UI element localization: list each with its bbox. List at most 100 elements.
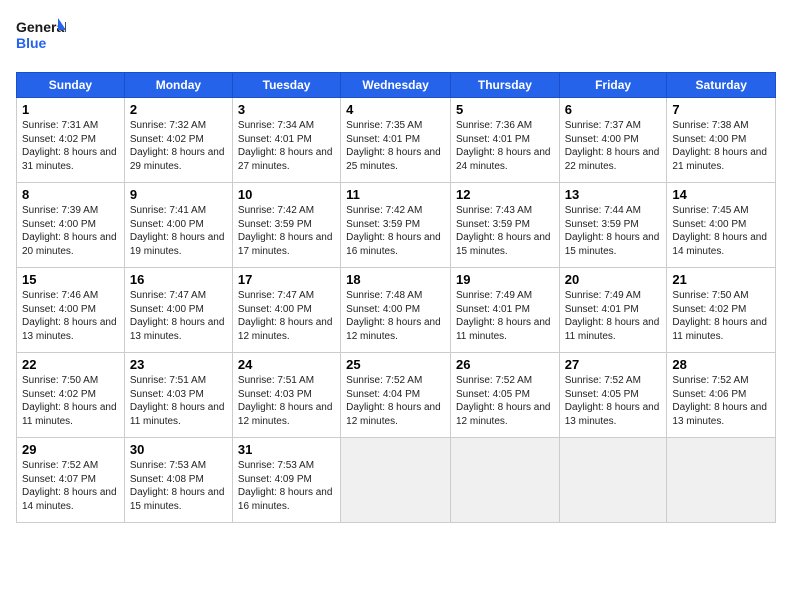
sunset-label: Sunset: 4:05 PM xyxy=(565,389,639,400)
sunset-label: Sunset: 3:59 PM xyxy=(456,219,530,230)
calendar-week-row: 15 Sunrise: 7:46 AM Sunset: 4:00 PM Dayl… xyxy=(17,268,776,353)
sunset-label: Sunset: 4:00 PM xyxy=(238,304,312,315)
sunset-label: Sunset: 4:08 PM xyxy=(130,474,204,485)
sunrise-label: Sunrise: 7:49 AM xyxy=(565,290,641,301)
day-number: 24 xyxy=(238,357,335,372)
sunset-label: Sunset: 4:00 PM xyxy=(565,134,639,145)
daylight-label: Daylight: 8 hours and 19 minutes. xyxy=(130,232,225,257)
day-number: 9 xyxy=(130,187,227,202)
calendar-cell: 3 Sunrise: 7:34 AM Sunset: 4:01 PM Dayli… xyxy=(232,98,340,183)
sunset-label: Sunset: 4:00 PM xyxy=(130,304,204,315)
sunrise-label: Sunrise: 7:44 AM xyxy=(565,205,641,216)
sunrise-label: Sunrise: 7:50 AM xyxy=(22,375,98,386)
day-number: 11 xyxy=(346,187,445,202)
day-number: 25 xyxy=(346,357,445,372)
day-number: 23 xyxy=(130,357,227,372)
sunset-label: Sunset: 4:01 PM xyxy=(565,304,639,315)
day-info: Sunrise: 7:32 AM Sunset: 4:02 PM Dayligh… xyxy=(130,119,227,173)
day-number: 16 xyxy=(130,272,227,287)
sunrise-label: Sunrise: 7:52 AM xyxy=(672,375,748,386)
sunrise-label: Sunrise: 7:39 AM xyxy=(22,205,98,216)
col-header-wednesday: Wednesday xyxy=(341,73,451,98)
day-number: 28 xyxy=(672,357,770,372)
daylight-label: Daylight: 8 hours and 11 minutes. xyxy=(565,317,660,342)
calendar-cell: 8 Sunrise: 7:39 AM Sunset: 4:00 PM Dayli… xyxy=(17,183,125,268)
day-info: Sunrise: 7:51 AM Sunset: 4:03 PM Dayligh… xyxy=(238,374,335,428)
daylight-label: Daylight: 8 hours and 29 minutes. xyxy=(130,147,225,172)
calendar-cell: 13 Sunrise: 7:44 AM Sunset: 3:59 PM Dayl… xyxy=(559,183,667,268)
svg-text:Blue: Blue xyxy=(16,35,47,51)
calendar-cell: 20 Sunrise: 7:49 AM Sunset: 4:01 PM Dayl… xyxy=(559,268,667,353)
sunset-label: Sunset: 4:00 PM xyxy=(130,219,204,230)
day-number: 29 xyxy=(22,442,119,457)
page-header: General Blue xyxy=(16,16,776,60)
day-info: Sunrise: 7:49 AM Sunset: 4:01 PM Dayligh… xyxy=(565,289,662,343)
calendar-cell: 5 Sunrise: 7:36 AM Sunset: 4:01 PM Dayli… xyxy=(450,98,559,183)
daylight-label: Daylight: 8 hours and 16 minutes. xyxy=(238,487,333,512)
sunset-label: Sunset: 3:59 PM xyxy=(346,219,420,230)
day-number: 12 xyxy=(456,187,554,202)
sunrise-label: Sunrise: 7:47 AM xyxy=(238,290,314,301)
day-info: Sunrise: 7:52 AM Sunset: 4:05 PM Dayligh… xyxy=(565,374,662,428)
day-info: Sunrise: 7:49 AM Sunset: 4:01 PM Dayligh… xyxy=(456,289,554,343)
day-number: 2 xyxy=(130,102,227,117)
day-number: 5 xyxy=(456,102,554,117)
day-info: Sunrise: 7:41 AM Sunset: 4:00 PM Dayligh… xyxy=(130,204,227,258)
sunrise-label: Sunrise: 7:41 AM xyxy=(130,205,206,216)
col-header-tuesday: Tuesday xyxy=(232,73,340,98)
sunset-label: Sunset: 4:01 PM xyxy=(456,304,530,315)
daylight-label: Daylight: 8 hours and 14 minutes. xyxy=(672,232,767,257)
daylight-label: Daylight: 8 hours and 12 minutes. xyxy=(238,402,333,427)
sunset-label: Sunset: 4:02 PM xyxy=(22,389,96,400)
sunset-label: Sunset: 4:01 PM xyxy=(346,134,420,145)
calendar-cell: 25 Sunrise: 7:52 AM Sunset: 4:04 PM Dayl… xyxy=(341,353,451,438)
sunrise-label: Sunrise: 7:47 AM xyxy=(130,290,206,301)
sunrise-label: Sunrise: 7:42 AM xyxy=(346,205,422,216)
sunset-label: Sunset: 4:00 PM xyxy=(672,219,746,230)
sunset-label: Sunset: 4:05 PM xyxy=(456,389,530,400)
calendar-cell: 15 Sunrise: 7:46 AM Sunset: 4:00 PM Dayl… xyxy=(17,268,125,353)
daylight-label: Daylight: 8 hours and 11 minutes. xyxy=(130,402,225,427)
day-info: Sunrise: 7:44 AM Sunset: 3:59 PM Dayligh… xyxy=(565,204,662,258)
calendar-cell xyxy=(450,438,559,523)
calendar-header-row: SundayMondayTuesdayWednesdayThursdayFrid… xyxy=(17,73,776,98)
day-number: 3 xyxy=(238,102,335,117)
day-info: Sunrise: 7:51 AM Sunset: 4:03 PM Dayligh… xyxy=(130,374,227,428)
calendar-cell xyxy=(559,438,667,523)
sunrise-label: Sunrise: 7:46 AM xyxy=(22,290,98,301)
day-info: Sunrise: 7:35 AM Sunset: 4:01 PM Dayligh… xyxy=(346,119,445,173)
day-number: 4 xyxy=(346,102,445,117)
sunset-label: Sunset: 4:03 PM xyxy=(238,389,312,400)
day-info: Sunrise: 7:48 AM Sunset: 4:00 PM Dayligh… xyxy=(346,289,445,343)
sunrise-label: Sunrise: 7:52 AM xyxy=(565,375,641,386)
day-info: Sunrise: 7:42 AM Sunset: 3:59 PM Dayligh… xyxy=(238,204,335,258)
sunset-label: Sunset: 4:06 PM xyxy=(672,389,746,400)
daylight-label: Daylight: 8 hours and 31 minutes. xyxy=(22,147,117,172)
sunrise-label: Sunrise: 7:42 AM xyxy=(238,205,314,216)
sunset-label: Sunset: 4:07 PM xyxy=(22,474,96,485)
day-number: 21 xyxy=(672,272,770,287)
day-info: Sunrise: 7:31 AM Sunset: 4:02 PM Dayligh… xyxy=(22,119,119,173)
day-info: Sunrise: 7:36 AM Sunset: 4:01 PM Dayligh… xyxy=(456,119,554,173)
day-info: Sunrise: 7:38 AM Sunset: 4:00 PM Dayligh… xyxy=(672,119,770,173)
calendar-cell: 26 Sunrise: 7:52 AM Sunset: 4:05 PM Dayl… xyxy=(450,353,559,438)
daylight-label: Daylight: 8 hours and 13 minutes. xyxy=(672,402,767,427)
daylight-label: Daylight: 8 hours and 11 minutes. xyxy=(456,317,551,342)
day-number: 7 xyxy=(672,102,770,117)
day-info: Sunrise: 7:50 AM Sunset: 4:02 PM Dayligh… xyxy=(672,289,770,343)
sunrise-label: Sunrise: 7:52 AM xyxy=(22,460,98,471)
day-info: Sunrise: 7:37 AM Sunset: 4:00 PM Dayligh… xyxy=(565,119,662,173)
day-number: 6 xyxy=(565,102,662,117)
day-info: Sunrise: 7:50 AM Sunset: 4:02 PM Dayligh… xyxy=(22,374,119,428)
sunrise-label: Sunrise: 7:35 AM xyxy=(346,120,422,131)
calendar-cell: 28 Sunrise: 7:52 AM Sunset: 4:06 PM Dayl… xyxy=(667,353,776,438)
day-number: 30 xyxy=(130,442,227,457)
sunset-label: Sunset: 4:09 PM xyxy=(238,474,312,485)
calendar-cell: 22 Sunrise: 7:50 AM Sunset: 4:02 PM Dayl… xyxy=(17,353,125,438)
day-info: Sunrise: 7:53 AM Sunset: 4:09 PM Dayligh… xyxy=(238,459,335,513)
day-number: 13 xyxy=(565,187,662,202)
calendar-cell: 7 Sunrise: 7:38 AM Sunset: 4:00 PM Dayli… xyxy=(667,98,776,183)
daylight-label: Daylight: 8 hours and 21 minutes. xyxy=(672,147,767,172)
col-header-sunday: Sunday xyxy=(17,73,125,98)
calendar-cell xyxy=(341,438,451,523)
